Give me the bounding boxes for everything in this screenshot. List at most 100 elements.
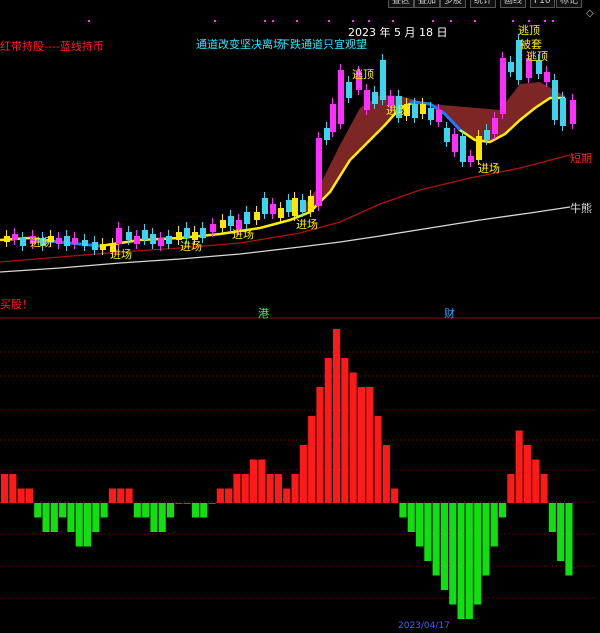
top-marker <box>352 20 354 22</box>
histogram-bar <box>142 503 150 518</box>
candle <box>560 98 566 126</box>
histogram-bar <box>183 503 191 504</box>
short-term-line-label: 短期 <box>570 152 592 165</box>
histogram-bar <box>175 503 183 504</box>
histogram-bar <box>449 503 457 605</box>
histogram-bar <box>324 358 332 503</box>
histogram-bar <box>241 474 249 503</box>
histogram-bar <box>42 503 50 532</box>
candle <box>142 230 148 240</box>
top-marker <box>88 20 90 22</box>
candle <box>500 58 506 114</box>
candle <box>372 92 378 104</box>
channel-note-2: 下跌通道只宜观望 <box>279 38 367 51</box>
top-marker <box>392 20 394 22</box>
histogram-bar <box>150 503 158 532</box>
entry-label: 进场 <box>478 162 500 175</box>
candle <box>134 236 140 244</box>
histogram-bar <box>291 474 299 503</box>
histogram-bar <box>1 474 9 503</box>
diamond-icon[interactable]: ◇ <box>586 7 594 20</box>
candle <box>412 104 418 118</box>
candle <box>436 110 442 122</box>
bull-bear-line <box>0 206 571 273</box>
candle <box>176 232 182 240</box>
candle <box>150 234 156 244</box>
histogram-bar <box>200 503 208 518</box>
tab-multi-stock[interactable]: 多股 <box>440 0 467 8</box>
histogram-bar <box>349 372 357 503</box>
candle <box>380 60 386 100</box>
top-marker <box>432 20 434 22</box>
candle <box>56 238 62 244</box>
histogram-bar <box>125 488 133 503</box>
candle <box>20 238 26 246</box>
histogram-bar <box>9 474 17 503</box>
histogram-bar <box>75 503 83 547</box>
candle <box>316 138 322 206</box>
candle <box>210 224 216 232</box>
histogram-bar <box>333 329 341 503</box>
histogram-bar <box>50 503 58 532</box>
histogram-bar <box>266 474 274 503</box>
top-marker <box>450 20 452 22</box>
top-marker <box>474 20 476 22</box>
candle <box>444 128 450 142</box>
signal-label: 逃顶 <box>526 50 548 63</box>
candle <box>570 100 576 124</box>
histogram-bar <box>490 503 498 547</box>
histogram-bar <box>84 503 92 547</box>
histogram-bar <box>274 474 282 503</box>
histogram-bar <box>100 503 108 518</box>
histogram-bar <box>499 503 507 518</box>
histogram-bar <box>440 503 448 590</box>
top-marker <box>512 20 514 22</box>
tab-draw-line[interactable]: 画线 <box>500 0 527 8</box>
candle <box>200 228 206 238</box>
histogram-bar <box>191 503 199 518</box>
candle <box>270 204 276 214</box>
candle <box>82 240 88 246</box>
histogram-bar <box>357 387 365 503</box>
chart-canvas[interactable] <box>0 0 600 629</box>
histogram-bar <box>34 503 42 518</box>
tab-statistics[interactable]: 统计 <box>470 0 497 8</box>
tab-mark[interactable]: 标记 <box>556 0 583 8</box>
candle <box>220 220 226 228</box>
candle <box>116 228 122 244</box>
candle <box>544 72 550 82</box>
candle <box>64 236 70 246</box>
histogram-bar <box>208 503 216 504</box>
candle <box>166 236 172 244</box>
top-marker <box>368 20 370 22</box>
candle <box>338 70 344 124</box>
candle <box>292 198 298 216</box>
candle <box>484 130 490 140</box>
histogram-bar <box>424 503 432 561</box>
histogram-bar <box>557 503 565 561</box>
histogram-bar <box>366 387 374 503</box>
candle <box>262 198 268 214</box>
top-marker <box>296 20 298 22</box>
buy-note: 买股！ <box>0 298 33 311</box>
tab-f10[interactable]: F10 <box>530 0 555 8</box>
histogram-bar <box>341 358 349 503</box>
candle <box>100 244 106 250</box>
histogram-bar <box>540 474 548 503</box>
candle <box>12 234 18 240</box>
histogram-bar <box>515 430 523 503</box>
histogram-bar <box>225 488 233 503</box>
entry-label: 进场 <box>30 236 52 249</box>
candle <box>244 212 250 224</box>
candle <box>278 208 284 218</box>
tab-overlay-area[interactable]: 叠区 <box>388 0 415 8</box>
top-marker <box>544 20 546 22</box>
histogram-bar <box>250 459 258 503</box>
candle <box>254 212 260 220</box>
tab-overlay[interactable]: 叠加 <box>414 0 441 8</box>
histogram-bar <box>457 503 465 619</box>
histogram-bar <box>465 503 473 619</box>
histogram-bar <box>482 503 490 576</box>
histogram-bar <box>283 488 291 503</box>
entry-label: 进场 <box>180 240 202 253</box>
